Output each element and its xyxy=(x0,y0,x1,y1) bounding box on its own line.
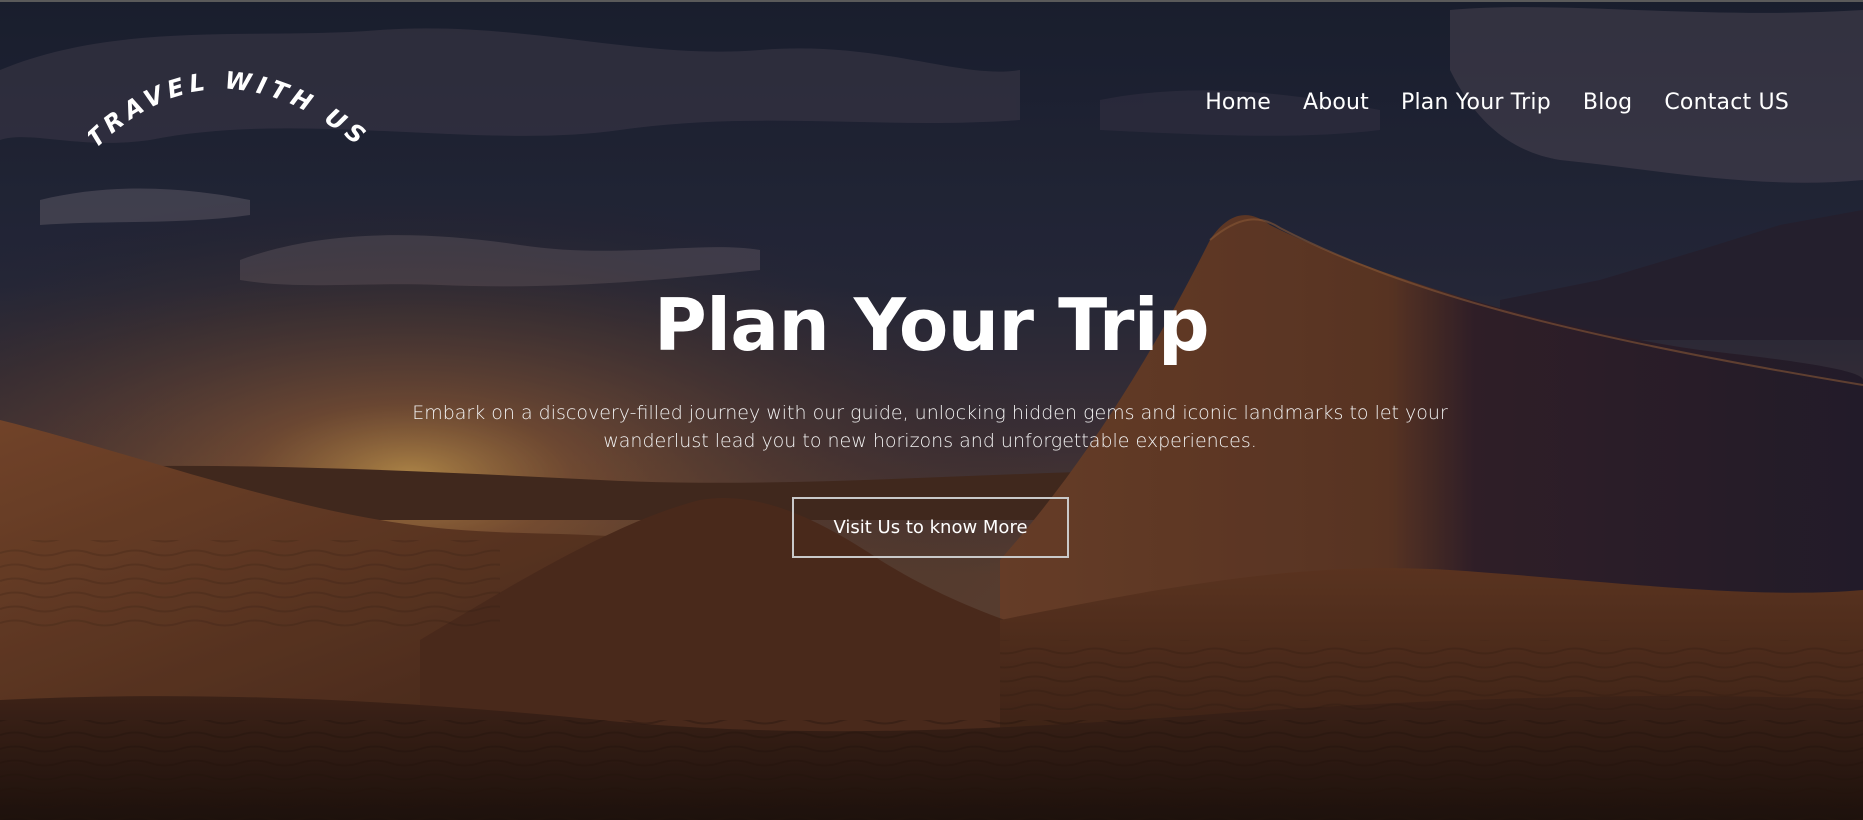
hero-title: Plan Your Trip xyxy=(653,283,1210,367)
svg-text:TRAVEL WITH US: TRAVEL WITH US xyxy=(88,66,368,153)
site-logo[interactable]: TRAVEL WITH US xyxy=(88,55,368,155)
hero-section: TRAVEL WITH US Home About Plan Your Trip… xyxy=(0,0,1863,820)
main-navigation: Home About Plan Your Trip Blog Contact U… xyxy=(1173,90,1789,115)
top-border xyxy=(0,0,1863,2)
nav-plan-your-trip-link[interactable]: Plan Your Trip xyxy=(1401,90,1551,115)
nav-home-link[interactable]: Home xyxy=(1205,90,1271,115)
visit-us-button[interactable]: Visit Us to know More xyxy=(792,497,1069,558)
hero-subtitle: Embark on a discovery-filled journey wit… xyxy=(412,402,1448,452)
nav-blog-link[interactable]: Blog xyxy=(1583,90,1632,115)
nav-about-link[interactable]: About xyxy=(1303,90,1369,115)
nav-contact-link[interactable]: Contact US xyxy=(1664,90,1789,115)
